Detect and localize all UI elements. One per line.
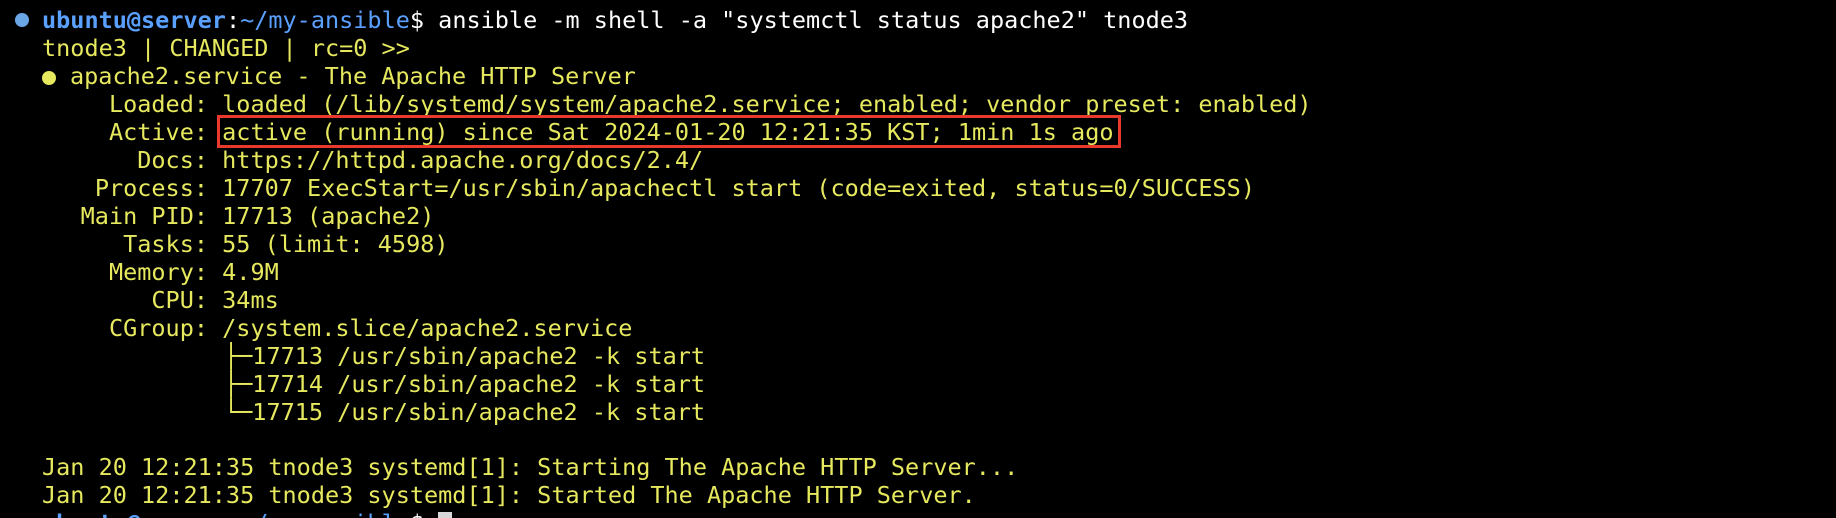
field-label: CGroup: [108, 314, 208, 342]
status-field-main-pid: Main PID: 17713 (apache2) [42, 202, 435, 230]
field-value: /system.slice/apache2.service [222, 314, 633, 342]
field-value: loaded (/lib/systemd/system/apache2.serv… [222, 90, 1312, 118]
field-label: Docs: [137, 146, 208, 174]
field-value: 17707 ExecStart=/usr/sbin/apachectl star… [222, 174, 1255, 202]
field-value: 55 (limit: 4598) [222, 230, 449, 258]
docs-link[interactable]: https://httpd.apache.org/docs/2.4/ [222, 146, 703, 174]
status-field-cpu: CPU: 34ms [42, 286, 279, 314]
cgroup-tree-item: ├─17713 /usr/sbin/apache2 -k start [224, 342, 706, 370]
prompt-user-host: ubuntu@server [42, 509, 226, 518]
field-label: Tasks: [123, 230, 208, 258]
field-label: CPU: [151, 286, 208, 314]
result-header: tnode3 | CHANGED | rc=0 >> [42, 34, 410, 62]
active-status-highlight-box [217, 115, 1121, 148]
prompt-cwd: ~/my-ansible [240, 6, 410, 34]
prompt-user-host: ubuntu@server [42, 6, 226, 34]
field-label: Loaded: [108, 90, 208, 118]
field-label: Main PID: [80, 202, 208, 230]
status-field-cgroup: CGroup: /system.slice/apache2.service [42, 314, 633, 342]
prompt-separator: : [226, 509, 240, 518]
service-status-dot-icon [42, 71, 56, 85]
command-line: ubuntu@server:~/my-ansible$ ansible -m s… [42, 6, 1188, 34]
prompt-symbol: $ [410, 509, 424, 518]
service-title-line: apache2.service - The Apache HTTP Server [42, 62, 636, 90]
status-field-process: Process: 17707 ExecStart=/usr/sbin/apach… [42, 174, 1255, 202]
field-label: Memory: [108, 258, 208, 286]
service-title: apache2.service - The Apache HTTP Server [70, 62, 636, 90]
prompt-symbol: $ [409, 6, 425, 34]
status-field-memory: Memory: 4.9M [42, 258, 279, 286]
log-line: Jan 20 12:21:35 tnode3 systemd[1]: Start… [42, 481, 976, 509]
cgroup-tree-item: └─17715 /usr/sbin/apache2 -k start [224, 398, 706, 426]
prompt-separator: : [225, 6, 241, 34]
cursor-block[interactable] [438, 512, 453, 518]
field-value: 4.9M [222, 258, 279, 286]
field-value: 17713 (apache2) [222, 202, 435, 230]
next-prompt-line: ubuntu@server:~/my-ansible$ [42, 509, 453, 518]
command-status-marker-icon [15, 13, 29, 27]
command-text: ansible -m shell -a "systemctl status ap… [424, 6, 1189, 34]
status-field-loaded: Loaded: loaded (/lib/systemd/system/apac… [42, 90, 1312, 118]
status-field-tasks: Tasks: 55 (limit: 4598) [42, 230, 449, 258]
field-value: 34ms [222, 286, 279, 314]
field-label: Active: [108, 118, 208, 146]
cgroup-tree-item: ├─17714 /usr/sbin/apache2 -k start [224, 370, 706, 398]
status-field-docs: Docs: https://httpd.apache.org/docs/2.4/ [42, 146, 703, 174]
field-label: Process: [94, 174, 208, 202]
terminal-window[interactable]: ubuntu@server:~/my-ansible$ ansible -m s… [0, 0, 1836, 518]
prompt-cwd: ~/my-ansible [240, 509, 410, 518]
log-line: Jan 20 12:21:35 tnode3 systemd[1]: Start… [42, 453, 1019, 481]
